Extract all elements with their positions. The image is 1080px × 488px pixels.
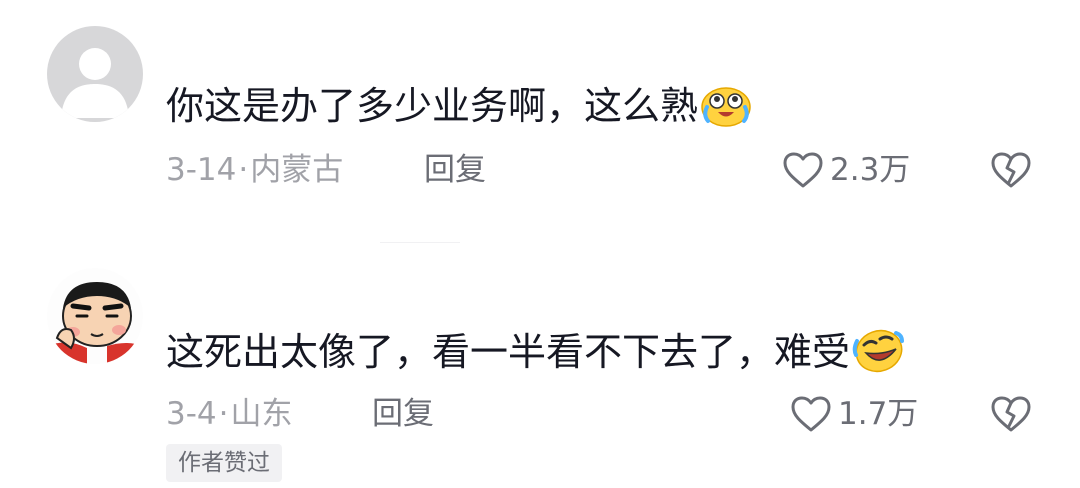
meta-separator: · [238, 152, 249, 188]
comment-text: 你这是办了多少业务啊，这么熟 [166, 82, 752, 138]
like-button[interactable]: 2.3万 [782, 150, 910, 190]
like-count: 1.7万 [838, 396, 919, 432]
rolling-laughing-emoji-icon [852, 329, 905, 384]
dislike-button[interactable] [990, 395, 1032, 437]
divider [380, 242, 460, 243]
heart-outline-icon [791, 396, 831, 432]
comment-meta: 3-4·山东 [166, 394, 293, 434]
comment-date: 3-14 [166, 152, 237, 188]
reply-button[interactable]: 回复 [424, 150, 486, 190]
comment-meta: 3-14·内蒙古 [166, 150, 343, 190]
broken-heart-icon [991, 396, 1031, 432]
comment-text-content: 这死出太像了，看一半看不下去了，难受 [166, 330, 851, 374]
heart-outline-icon [783, 152, 823, 188]
comment-date: 3-4 [166, 396, 217, 432]
broken-heart-icon [991, 152, 1031, 188]
comment-item: 你这是办了多少业务啊，这么熟 3-14·内蒙古 回复 2.3万 [0, 0, 1080, 240]
like-button[interactable]: 1.7万 [790, 394, 918, 434]
dislike-button[interactable] [990, 151, 1032, 193]
comment-location: 山东 [230, 396, 293, 432]
comment-text: 这死出太像了，看一半看不下去了，难受 [166, 328, 905, 384]
laughing-tears-emoji-icon [700, 83, 752, 138]
comment-item: 这死出太像了，看一半看不下去了，难受 3-4·山东 回复 1.7万 [0, 260, 1080, 488]
comment-text-content: 你这是办了多少业务啊，这么熟 [166, 84, 699, 128]
comment-location: 内蒙古 [250, 152, 344, 188]
reply-button[interactable]: 回复 [372, 394, 434, 434]
meta-separator: · [218, 396, 229, 432]
cartoon-boy-avatar-icon[interactable] [47, 268, 143, 364]
like-count: 2.3万 [830, 152, 911, 188]
default-user-avatar-icon[interactable] [47, 26, 143, 122]
author-liked-badge: 作者赞过 [166, 444, 282, 482]
